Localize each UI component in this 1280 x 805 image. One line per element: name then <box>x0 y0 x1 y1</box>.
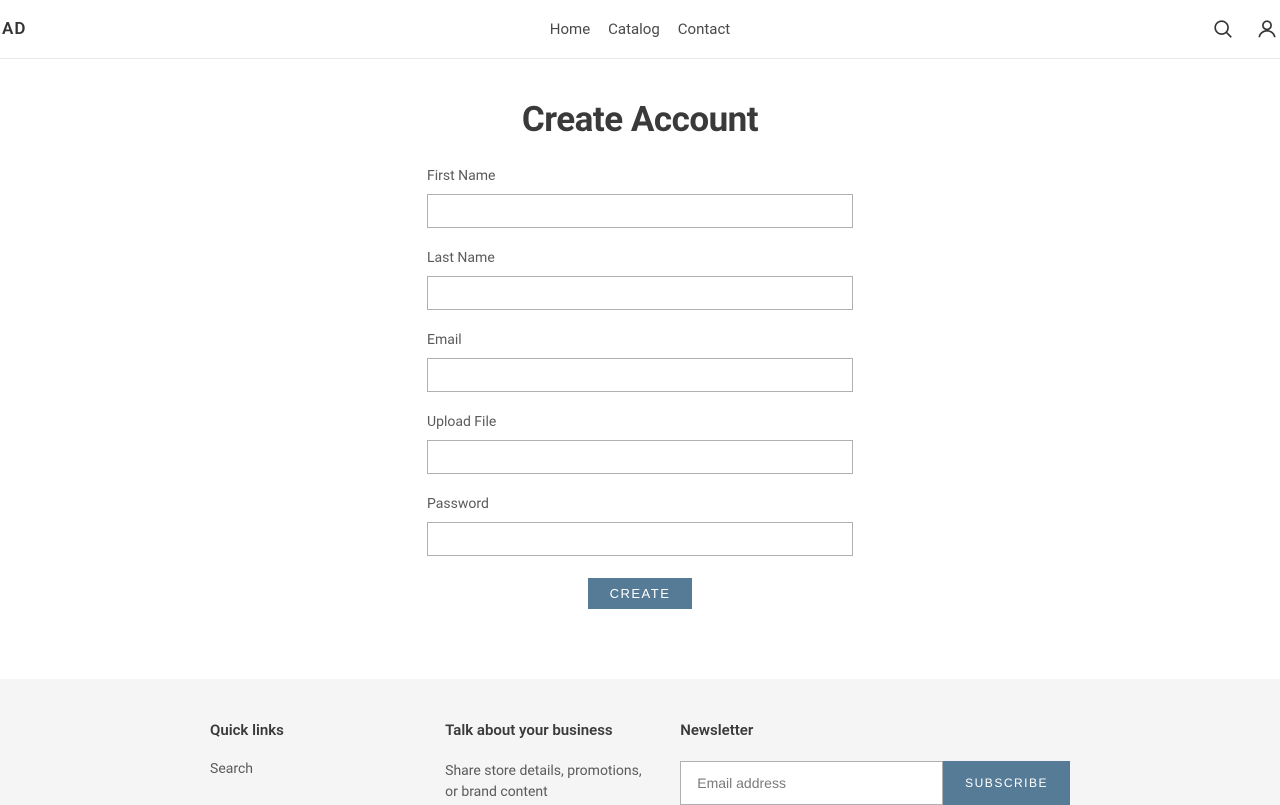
footer-quick-links: Quick links Search <box>210 721 415 805</box>
email-input[interactable] <box>427 358 853 392</box>
site-logo[interactable]: AD <box>0 19 26 39</box>
nav-home[interactable]: Home <box>550 20 590 38</box>
newsletter-row: SUBSCRIBE <box>680 761 1070 805</box>
last-name-input[interactable] <box>427 276 853 310</box>
footer-newsletter: Newsletter SUBSCRIBE <box>680 721 1070 805</box>
first-name-label: First Name <box>427 168 853 184</box>
upload-file-input[interactable] <box>427 440 853 474</box>
header-actions <box>1212 18 1280 40</box>
last-name-label: Last Name <box>427 250 853 266</box>
nav-contact[interactable]: Contact <box>678 20 730 38</box>
upload-file-label: Upload File <box>427 414 853 430</box>
subscribe-button[interactable]: SUBSCRIBE <box>943 761 1070 805</box>
quick-links-heading: Quick links <box>210 721 415 739</box>
create-account-form: First Name Last Name Email Upload File P… <box>427 168 853 609</box>
submit-wrap: CREATE <box>427 578 853 609</box>
form-group-upload: Upload File <box>427 414 853 474</box>
first-name-input[interactable] <box>427 194 853 228</box>
email-label: Email <box>427 332 853 348</box>
about-text: Share store details, promotions, or bran… <box>445 761 650 803</box>
form-group-last-name: Last Name <box>427 250 853 310</box>
about-heading: Talk about your business <box>445 721 650 739</box>
search-icon <box>1212 18 1234 40</box>
newsletter-email-input[interactable] <box>680 761 943 805</box>
create-button[interactable]: CREATE <box>588 578 693 609</box>
newsletter-heading: Newsletter <box>680 721 1070 739</box>
footer-link-search[interactable]: Search <box>210 761 415 777</box>
nav-catalog[interactable]: Catalog <box>608 20 660 38</box>
site-header: AD Home Catalog Contact <box>0 0 1280 59</box>
password-label: Password <box>427 496 853 512</box>
footer-about: Talk about your business Share store det… <box>445 721 650 805</box>
user-icon <box>1256 18 1278 40</box>
form-group-first-name: First Name <box>427 168 853 228</box>
site-footer: Quick links Search Talk about your busin… <box>0 679 1280 805</box>
footer-inner: Quick links Search Talk about your busin… <box>200 721 1080 805</box>
form-group-email: Email <box>427 332 853 392</box>
account-button[interactable] <box>1256 18 1278 40</box>
password-input[interactable] <box>427 522 853 556</box>
form-group-password: Password <box>427 496 853 556</box>
page-title: Create Account <box>427 99 853 140</box>
main-content: Create Account First Name Last Name Emai… <box>427 59 853 679</box>
main-nav: Home Catalog Contact <box>550 20 730 38</box>
search-button[interactable] <box>1212 18 1234 40</box>
